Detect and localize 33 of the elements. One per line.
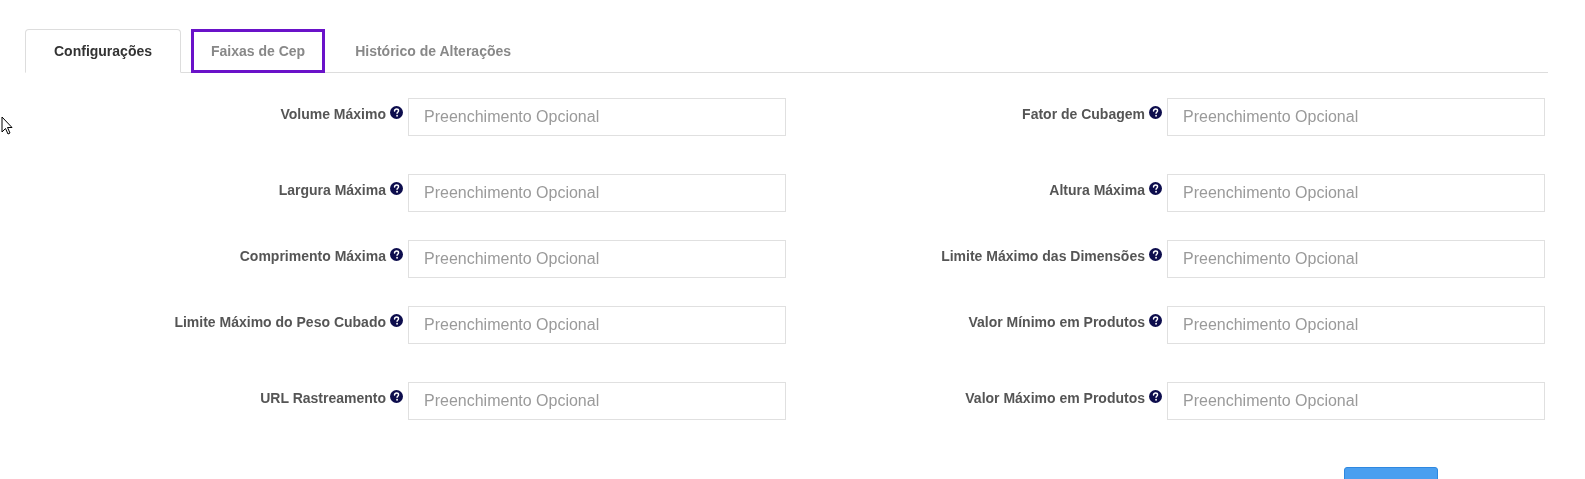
tab[interactable]: Histórico de Alterações: [335, 29, 532, 73]
input-field[interactable]: Preenchimento Opcional: [1167, 98, 1545, 136]
input-field[interactable]: Preenchimento Opcional: [408, 240, 786, 278]
field-label: Valor Máximo em Produtos: [965, 389, 1145, 407]
field-label: Volume Máximo: [280, 105, 386, 123]
help-icon: [1149, 248, 1162, 261]
help-icon: [390, 182, 403, 195]
field-label: Limite Máximo das Dimensões: [941, 247, 1145, 265]
tab[interactable]: Configurações: [25, 29, 181, 73]
help-icon: [1149, 182, 1162, 195]
input-field[interactable]: Preenchimento Opcional: [408, 174, 786, 212]
field-label: Limite Máximo do Peso Cubado: [174, 313, 386, 331]
input-field[interactable]: Preenchimento Opcional: [408, 306, 786, 344]
input-field[interactable]: Preenchimento Opcional: [1167, 240, 1545, 278]
field-label: Altura Máxima: [1049, 181, 1145, 199]
field-label: URL Rastreamento: [260, 389, 386, 407]
help-icon: [1149, 106, 1162, 119]
input-field[interactable]: Preenchimento Opcional: [408, 98, 786, 136]
help-icon: [390, 390, 403, 403]
help-icon: [390, 248, 403, 261]
field-label: Valor Mínimo em Produtos: [968, 313, 1145, 331]
input-field[interactable]: Preenchimento Opcional: [408, 382, 786, 420]
field-label: Fator de Cubagem: [1022, 105, 1145, 123]
input-field[interactable]: Preenchimento Opcional: [1167, 306, 1545, 344]
help-icon: [390, 314, 403, 327]
field-label: Largura Máxima: [278, 181, 386, 199]
field-label: Comprimento Máxima: [239, 247, 386, 265]
input-field[interactable]: Preenchimento Opcional: [1167, 174, 1545, 212]
help-icon: [1149, 314, 1162, 327]
help-icon: [390, 106, 403, 119]
input-field[interactable]: Preenchimento Opcional: [1167, 382, 1545, 420]
help-icon: [1149, 390, 1162, 403]
tab[interactable]: Faixas de Cep: [191, 29, 326, 73]
